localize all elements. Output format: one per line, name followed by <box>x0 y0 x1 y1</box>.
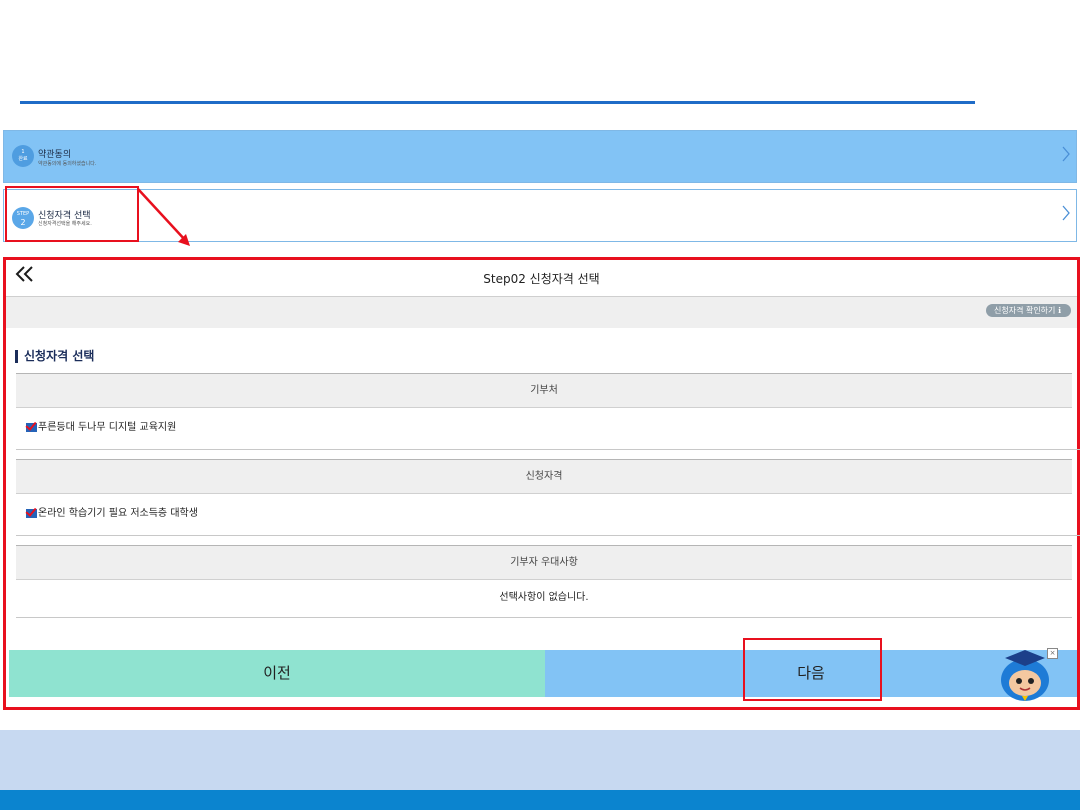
footer-bar <box>0 790 1080 810</box>
donor-header: 기부처 <box>16 373 1072 408</box>
highlight-box-next <box>743 638 882 701</box>
mascot-close-icon[interactable]: × <box>1047 648 1058 659</box>
panel-title: Step02 신청자격 선택 <box>483 272 600 286</box>
prev-button[interactable]: 이전 <box>9 650 545 697</box>
chevron-right-icon <box>1062 146 1070 166</box>
highlight-box-step-2 <box>5 186 139 242</box>
mascot-chatbot-icon[interactable] <box>995 648 1055 703</box>
step-1-badge-number: 1 <box>21 149 25 155</box>
qualification-option-label: 온라인 학습기기 필요 저소득층 대학생 <box>38 508 198 519</box>
step-1-subtitle: 약관동의에 동의하셨습니다. <box>38 161 97 167</box>
chevron-right-icon <box>1062 205 1070 225</box>
checkbox-checked-icon[interactable] <box>26 422 37 432</box>
highlight-arrow <box>137 188 190 246</box>
confirm-qualification-button[interactable]: 신청자격 확인하기 ℹ <box>985 304 1071 317</box>
step-1-row[interactable]: 1 완료 약관동의 약관동의에 동의하셨습니다. <box>3 130 1077 183</box>
preference-value: 선택사항이 없습니다. <box>16 579 1072 618</box>
preference-header: 기부자 우대사항 <box>16 545 1072 580</box>
top-divider <box>20 101 975 104</box>
qualification-panel: Step02 신청자격 선택 신청자격 확인하기 ℹ 신청자격 선택 기부처 푸… <box>3 257 1080 710</box>
panel-toolbar: 신청자격 확인하기 ℹ <box>6 297 1077 328</box>
panel-header: Step02 신청자격 선택 <box>6 260 1077 297</box>
step-1-badge-status: 완료 <box>18 156 28 162</box>
footer-band <box>0 730 1080 790</box>
qualification-option[interactable]: 온라인 학습기기 필요 저소득층 대학생 <box>16 493 1080 536</box>
step-1-badge: 1 완료 <box>12 145 34 167</box>
donor-option-label: 푸른등대 두나무 디지털 교육지원 <box>38 422 177 433</box>
section-title: 신청자격 선택 <box>15 350 94 363</box>
qualification-header: 신청자격 <box>16 459 1072 494</box>
checkbox-checked-icon[interactable] <box>26 508 37 518</box>
donor-option[interactable]: 푸른등대 두나무 디지털 교육지원 <box>16 407 1080 450</box>
step-1-title: 약관동의 <box>38 150 72 160</box>
